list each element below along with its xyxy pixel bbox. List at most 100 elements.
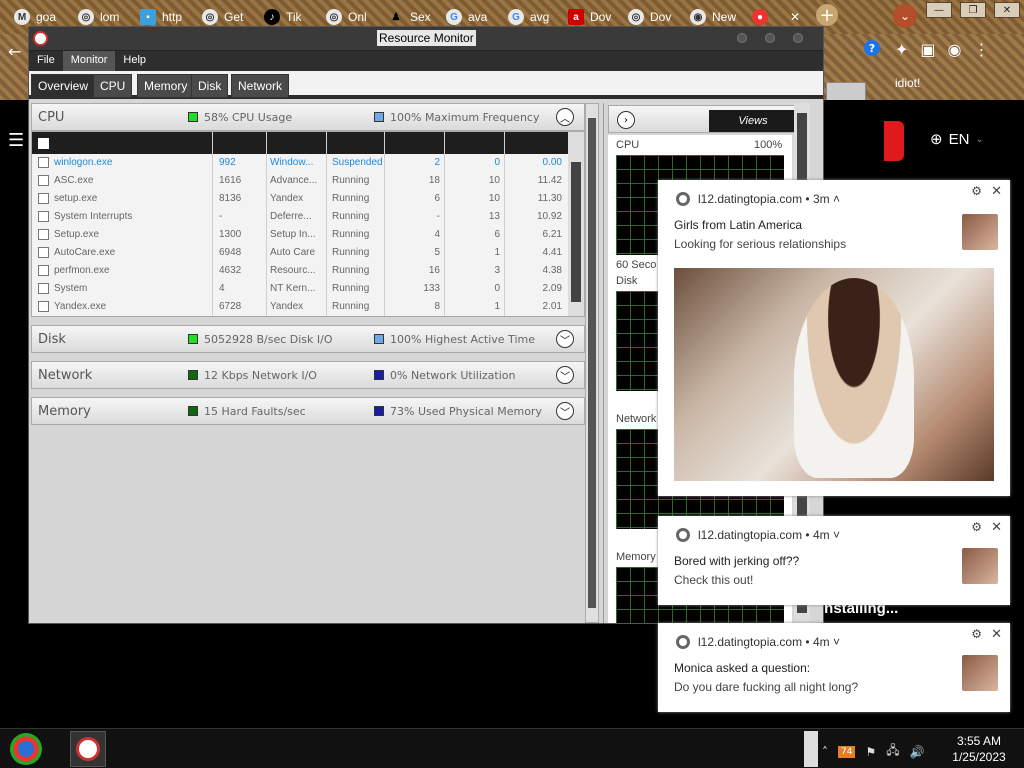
browser-tab[interactable]: ♪ Tik [264,6,302,28]
tab-overview[interactable]: Overview [31,74,96,98]
gear-icon[interactable]: ⚙ [971,184,982,198]
table-row[interactable]: winlogon.exe 992 Window... Suspended 2 0 0.00 [32,154,568,172]
tray-expand-icon[interactable]: ˄ [822,745,828,759]
maximize-button[interactable] [765,33,775,43]
disk-section-header[interactable]: Disk 5052928 B/sec Disk I/O 100% Highest… [31,325,585,353]
table-row[interactable]: ASC.exe 1616 Advance... Running 18 10 11.42 [32,172,568,190]
browser-tab[interactable]: Mgoa [14,6,56,28]
help-icon[interactable]: ? [864,40,880,56]
notification-card[interactable]: l12.datingtopia.com • 3m ˄ ⚙ ✕ Girls fro… [658,180,1010,496]
chevron-down-icon[interactable]: ﹀ [556,366,574,384]
browser-tab[interactable]: ◎ Dov [628,6,671,28]
table-row[interactable]: Yandex.exe 6728 Yandex Running 8 1 2.01 [32,298,568,316]
close-icon[interactable]: ✕ [991,519,1002,535]
clock-time: 3:55 AM [956,734,1002,748]
window-title-bar[interactable]: Resource Monitor [29,27,823,51]
chevron-down-icon[interactable]: ⌄ [846,44,856,58]
close-button[interactable] [793,33,803,43]
browser-tab[interactable]: a Dov [568,6,611,28]
table-row[interactable]: System Interrupts - Deferre... Running - 13 10… [32,208,568,226]
gear-icon[interactable]: ⚙ [971,520,982,534]
row-checkbox[interactable] [38,301,49,312]
minimize-button[interactable]: — [926,2,952,18]
taskbar-grip[interactable] [804,731,818,767]
browser-tab[interactable]: ▪ http [140,6,182,28]
table-row[interactable]: Setup.exe 1300 Setup In... Running 4 6 6.21 [32,226,568,244]
red-button[interactable] [884,121,904,161]
chevron-down-icon[interactable]: ﹀ [556,330,574,348]
row-checkbox[interactable] [38,193,49,204]
row-checkbox[interactable] [38,211,49,222]
table-cell: 6.21 [542,229,562,240]
left-pane-scrollbar[interactable] [585,103,599,623]
browser-tab-active[interactable]: ● ✕ [752,6,800,28]
close-icon[interactable]: ✕ [790,10,800,24]
row-checkbox[interactable] [38,157,49,168]
browser-tab[interactable]: Gavg [508,6,549,28]
chevron-up-icon[interactable]: ︿ [556,108,574,126]
browser-tab[interactable]: ◎ Onl [326,6,367,28]
table-row[interactable]: System 4 NT Kern... Running 133 0 2.09 [32,280,568,298]
menu-monitor[interactable]: Monitor [62,51,116,71]
minimize-button[interactable] [737,33,747,43]
row-checkbox[interactable] [38,175,49,186]
cpu-section-header[interactable]: CPU 58% CPU Usage 100% Maximum Frequency… [31,103,585,131]
search-box[interactable] [826,82,866,102]
browser-tab[interactable]: ♟ Sex [388,6,431,28]
gear-icon[interactable]: ⚙ [971,627,982,641]
menu-icon[interactable]: ☰ [8,130,24,151]
row-checkbox[interactable] [38,247,49,258]
notification-thumbnail [962,655,998,691]
restore-button[interactable]: ❐ [960,2,986,18]
more-menu-icon[interactable]: ⋮ [974,40,990,59]
tab-network[interactable]: Network [231,74,290,98]
chevron-right-icon[interactable]: › [617,111,635,129]
table-cell: Running [332,193,370,204]
clock[interactable]: 3:55 AM 1/25/2023 [944,733,1014,765]
tray-badge[interactable]: 74 [838,745,856,758]
network-section-header[interactable]: Network 12 Kbps Network I/O 0% Network U… [31,361,585,389]
table-row[interactable]: setup.exe 8136 Yandex Running 6 10 11.30 [32,190,568,208]
browser-tab[interactable]: ◉ New [690,6,736,28]
close-button[interactable]: ✕ [994,2,1020,18]
close-icon[interactable]: ✕ [991,626,1002,642]
tab-cpu[interactable]: CPU [93,74,133,98]
flag-icon[interactable]: ⚑ [865,745,876,759]
select-all-checkbox[interactable] [38,138,49,149]
network-icon[interactable]: 🖧 [886,741,899,762]
row-checkbox[interactable] [38,229,49,240]
taskbar-resource-monitor[interactable] [70,731,106,767]
table-cell: 0 [494,283,500,294]
browser-tab[interactable]: ◎ Get [202,6,243,28]
tab-disk[interactable]: Disk [191,74,229,98]
tab-memory[interactable]: Memory [137,74,195,98]
scrollbar-thumb[interactable] [588,118,596,608]
notification-card[interactable]: l12.datingtopia.com • 4m ˅ ⚙ ✕ Monica as… [658,623,1010,712]
google-icon: G [446,9,462,25]
puzzle-icon[interactable]: ✦ [895,40,908,59]
chevron-down-icon[interactable]: ⌄ [893,4,917,28]
scrollbar-thumb[interactable] [571,162,581,302]
notification-card[interactable]: l12.datingtopia.com • 4m ˅ ⚙ ✕ Bored wit… [658,516,1010,605]
new-tab-button[interactable]: + [816,4,838,26]
avira-icon: a [568,9,584,25]
sidebar-icon[interactable]: ▣ [920,40,935,59]
memory-section-header[interactable]: Memory 15 Hard Faults/sec 73% Used Physi… [31,397,585,425]
table-scrollbar[interactable] [568,132,584,316]
views-button[interactable]: Views [709,110,797,132]
row-checkbox[interactable] [38,265,49,276]
profile-icon[interactable]: ◉ [948,40,962,59]
chevron-down-icon[interactable]: ﹀ [556,402,574,420]
menu-help[interactable]: Help [115,51,154,71]
table-row[interactable]: AutoCare.exe 6948 Auto Care Running 5 1 4.41 [32,244,568,262]
close-icon[interactable]: ✕ [991,183,1002,199]
browser-tab[interactable]: ◎ lom [78,6,119,28]
language-selector[interactable]: ⊕ EN ⌄ [930,130,984,149]
row-checkbox[interactable] [38,283,49,294]
table-row[interactable]: perfmon.exe 4632 Resourc... Running 16 3 4.38 [32,262,568,280]
back-arrow-icon[interactable]: ← [8,42,21,61]
volume-icon[interactable]: 🔊 [910,745,925,759]
menu-file[interactable]: File [29,51,63,71]
browser-tab[interactable]: Gava [446,6,487,28]
start-button[interactable] [10,733,42,765]
